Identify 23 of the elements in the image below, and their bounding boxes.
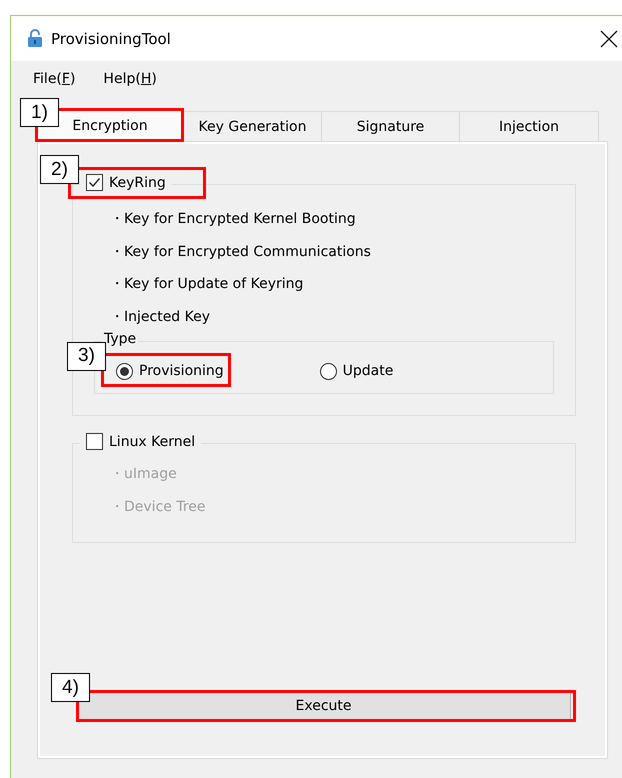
padlock-icon <box>27 29 43 48</box>
list-item: ・Key for Encrypted Communications <box>110 242 372 262</box>
checkbox[interactable] <box>86 433 103 450</box>
list-item: ・Key for Update of Keyring <box>110 275 304 294</box>
window-title: ProvisioningTool <box>51 30 172 48</box>
callout-label: 3) <box>67 342 106 370</box>
group-label: Type <box>102 330 138 348</box>
callout-label: 2) <box>40 155 79 184</box>
radio-label[interactable]: Update <box>342 363 394 379</box>
callout-label: 4) <box>51 673 90 702</box>
checkbox[interactable] <box>86 174 103 191</box>
list-item: ・uImage <box>110 465 178 484</box>
list-item: ・Device Tree <box>110 498 206 516</box>
radio-label[interactable]: Provisioning <box>139 363 224 379</box>
radio-button[interactable] <box>116 362 133 380</box>
radio-button[interactable] <box>320 362 337 380</box>
menu-item[interactable]: Help(H) <box>103 70 157 86</box>
list-item: ・Key for Encrypted Kernel Booting <box>110 210 357 229</box>
tab[interactable]: Injection <box>459 111 599 141</box>
close-icon[interactable] <box>600 30 618 48</box>
menu-item[interactable]: File(F) <box>33 70 76 86</box>
list-item: ・Injected Key <box>110 308 212 326</box>
callout-label: 1) <box>20 98 59 127</box>
